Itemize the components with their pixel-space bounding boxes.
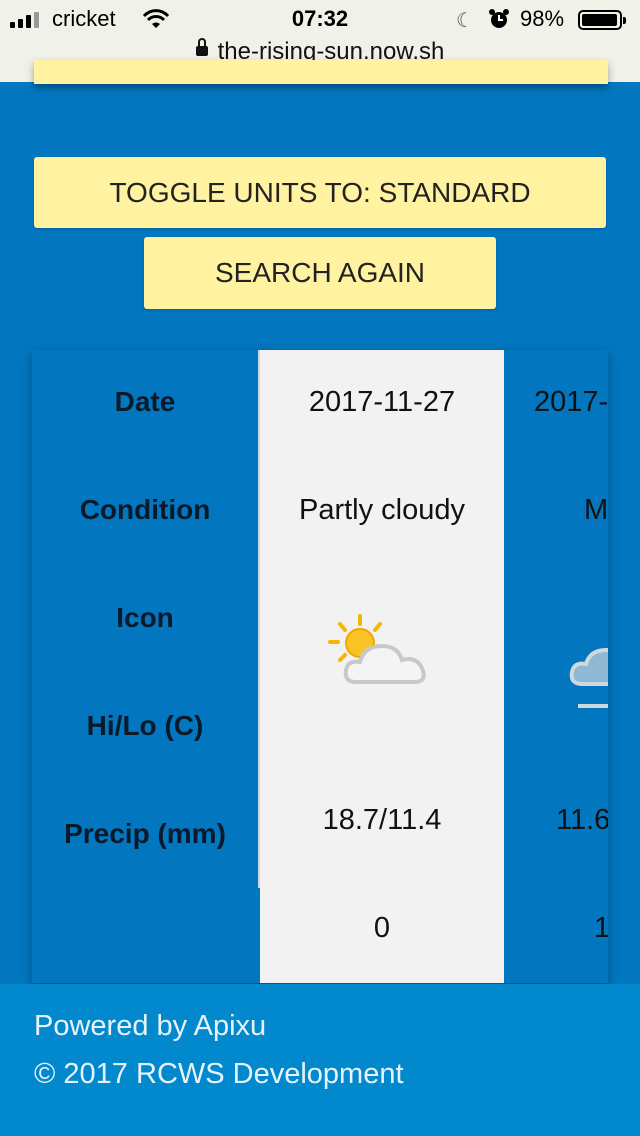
hilo-label: Hi/Lo (C) xyxy=(86,710,204,741)
day-condition: Partly cloudy xyxy=(298,494,465,526)
partly-cloudy-icon xyxy=(328,614,426,684)
next-day-date: 2017- xyxy=(534,386,608,418)
condition-label: Condition xyxy=(79,494,211,525)
alarm-clock-icon xyxy=(489,9,509,28)
powered-by-text: Powered by Apixu xyxy=(34,1010,267,1042)
lock-icon xyxy=(195,37,208,58)
row-labels: Date Condition Icon Hi/Lo (C) Precip (mm… xyxy=(32,350,258,983)
copyright-text: © 2017 RCWS Development xyxy=(34,1058,404,1090)
next-day-hilo: 11.6 xyxy=(556,804,608,836)
footer: Powered by Apixu © 2017 RCWS Development xyxy=(0,984,640,1136)
search-again-button[interactable]: SEARCH AGAIN xyxy=(144,237,496,309)
battery-icon xyxy=(578,10,626,30)
do-not-disturb-icon: ☾ xyxy=(456,10,474,32)
toggle-units-button[interactable]: TOGGLE UNITS TO: STANDARD xyxy=(34,157,606,228)
day-hilo: 18.7/11.4 xyxy=(322,804,442,836)
forecast-day-column: 2017-11-27 Partly cloudy 18.7/11.4 0 xyxy=(260,350,504,983)
day-precip: 0 xyxy=(373,912,391,944)
next-day-precip: 1 xyxy=(594,912,608,944)
precip-label: Precip (mm) xyxy=(64,818,226,849)
date-label: Date xyxy=(114,386,176,417)
icon-label: Icon xyxy=(116,602,174,633)
day-date: 2017-11-27 xyxy=(308,386,456,418)
mist-cloud-icon xyxy=(569,647,608,708)
forecast-day-column-next: 2017- M 11.6 1 xyxy=(504,350,608,983)
forecast-table: Date Condition Icon Hi/Lo (C) Precip (mm… xyxy=(32,350,608,983)
search-card xyxy=(34,60,608,84)
battery-percentage: 98% xyxy=(520,6,565,31)
next-day-condition: M xyxy=(584,494,608,526)
